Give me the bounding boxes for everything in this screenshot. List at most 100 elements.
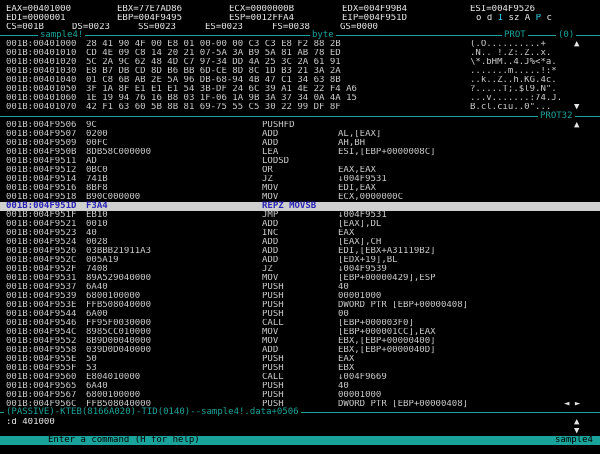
code-address: 001B:004F9560: [6, 373, 77, 382]
code-row[interactable]: 001B:004F9506 9C PUSHFD ▲: [0, 121, 600, 130]
eax-register: EAX=00401000: [6, 5, 72, 14]
code-address: 001B:004F9567: [6, 391, 77, 400]
code-mnemonic: PUSH: [262, 301, 284, 310]
code-mnemonic: PUSH: [262, 391, 284, 400]
code-row[interactable]: 001B:004F9537 6A40 PUSH 40: [0, 283, 600, 292]
code-address: 001B:004F9524: [6, 238, 77, 247]
code-mnemonic: ADD: [262, 220, 279, 229]
code-row[interactable]: 001B:004F9567 6800100000 PUSH 00001000: [0, 391, 600, 400]
code-row[interactable]: 001B:004F9514 741B JZ ↓004F9531: [0, 175, 600, 184]
code-row[interactable]: 001B:004F954C 8985CC010000 MOV [EBP+000001C…: [0, 328, 600, 337]
data-row: 001B:00401040 01 C8 6B AB 2E 5A 96 DB-68…: [6, 76, 557, 85]
code-row[interactable]: 001B:004F9531 89A529040000 MOV [EBP+0000042…: [0, 274, 600, 283]
code-address: 001B:004F9539: [6, 292, 77, 301]
code-window-mode: PROT32: [538, 111, 575, 121]
code-address: 001B:004F955F: [6, 364, 77, 373]
code-operands: AH,BH: [338, 139, 366, 148]
code-row[interactable]: 001B:004F9511 AD LODSD: [0, 157, 600, 166]
code-address: 001B:004F950B: [6, 148, 77, 157]
code-bytes: 6A00: [86, 310, 108, 319]
code-bytes: E804010000: [86, 373, 141, 382]
code-row[interactable]: 001B:004F9558 039D0D040000 ADD EBX,[EBP+000…: [0, 346, 600, 355]
code-row[interactable]: 001B:004F9560 E804010000 CALL ↓004F9669: [0, 373, 600, 382]
status-bar-module: sample4: [555, 435, 593, 445]
code-row[interactable]: 001B:004F9526 03BBB21911A3 ADD EDI,[EBX+A31…: [0, 247, 600, 256]
data-window-format: byte: [310, 30, 336, 40]
eip-register: EIP=004F951D: [342, 14, 408, 23]
code-bytes: 89A529040000: [86, 274, 152, 283]
code-address: 001B:004F9558: [6, 346, 77, 355]
code-row[interactable]: 001B:004F9544 6A00 PUSH 00: [0, 310, 600, 319]
code-bytes: 0028: [86, 238, 108, 247]
code-bytes: 03BBB21911A3: [86, 247, 152, 256]
code-address: 001B:004F9546: [6, 319, 77, 328]
code-row[interactable]: 001B:004F951F EB10 JMP ↓004F9531: [0, 211, 600, 220]
code-mnemonic: PUSH: [262, 382, 284, 391]
data-window-mode: PROT: [502, 30, 528, 40]
code-row[interactable]: 001B:004F9524 0028 ADD [EAX],CH: [0, 238, 600, 247]
code-row[interactable]: 001B:004F9512 0BC0 OR EAX,EAX: [0, 166, 600, 175]
code-bytes: 53: [86, 364, 97, 373]
status-bar-hint: Enter a command (H for help): [48, 435, 200, 445]
data-window-header: sample4! byte PROT (0): [0, 31, 600, 40]
cpu-flags: o d I sz A P c: [476, 14, 552, 23]
code-address: 001B:004F9523: [6, 229, 77, 238]
status-separator: (PASSIVE)-KTEB(8166A020)-TID(0140)--samp…: [0, 408, 600, 417]
code-row[interactable]: 001B:004F952F 7408 JZ ↓004F9539: [0, 265, 600, 274]
code-operands: EDI,EAX: [338, 184, 376, 193]
data-row: 001B:00401070 42 F1 63 60 5B 8B 81 69-75…: [6, 103, 580, 112]
command-input-text: :d 401000: [6, 418, 55, 427]
scroll-down-icon[interactable]: ▼: [574, 103, 579, 112]
code-row[interactable]: 001B:004F9546 FF95F0030000 CALL [EBP+000003…: [0, 319, 600, 328]
code-operands: 40: [338, 382, 349, 391]
code-bytes: 9C: [86, 121, 97, 130]
code-bytes: 0010: [86, 220, 108, 229]
code-mnemonic: LODSD: [262, 157, 290, 166]
code-bytes: 6800100000: [86, 292, 141, 301]
code-operands: ↓004F9669: [338, 373, 387, 382]
code-bytes: 0BC0: [86, 166, 108, 175]
code-row[interactable]: 001B:004F9507 0200 ADD AL,[EAX]: [0, 130, 600, 139]
status-bar: Enter a command (H for help) sample4: [0, 436, 600, 445]
code-row[interactable]: 001B:004F9565 6A40 PUSH 40: [0, 382, 600, 391]
code-operands: EBX: [338, 364, 355, 373]
code-address: 001B:004F9516: [6, 184, 77, 193]
code-row[interactable]: 001B:004F953E FFB508040000 PUSH DWORD PTR […: [0, 301, 600, 310]
code-bytes: 00FC: [86, 139, 108, 148]
code-row[interactable]: 001B:004F9523 40 INC EAX: [0, 229, 600, 238]
code-operands: ESI,[EBP+0000008C]: [338, 148, 436, 157]
code-operands: ↓004F9531: [338, 175, 387, 184]
code-bytes: 8DB58C000000: [86, 148, 152, 157]
code-row[interactable]: 001B:004F952C 005A19 ADD [EDX+19],BL: [0, 256, 600, 265]
code-operands: DWORD PTR [EBP+00000408]: [338, 301, 469, 310]
register-row-1: EAX=00401000 EBX=77E7AD86 ECX=0000000B E…: [0, 5, 600, 14]
code-operands: 00001000: [338, 391, 382, 400]
code-mnemonic: ADD: [262, 247, 279, 256]
code-mnemonic: PUSH: [262, 355, 284, 364]
code-mnemonic: ADD: [262, 256, 279, 265]
command-input[interactable]: :d 401000 ▲: [0, 418, 600, 427]
code-row-current[interactable]: 001B:004F951D F3A4 REPZ MOVSB: [0, 202, 600, 211]
code-row[interactable]: 001B:004F955E 50 PUSH EAX: [0, 355, 600, 364]
code-row[interactable]: 001B:004F9516 8BF8 MOV EDI,EAX: [0, 184, 600, 193]
code-scroll-up-icon[interactable]: ▲: [574, 121, 579, 130]
code-row[interactable]: 001B:004F9539 6800100000 PUSH 00001000: [0, 292, 600, 301]
code-bytes: 0200: [86, 130, 108, 139]
code-operands: [EBP+000003F0]: [338, 319, 414, 328]
scroll-up-icon[interactable]: ▲: [574, 40, 579, 49]
code-mnemonic: JZ: [262, 175, 273, 184]
code-row[interactable]: 001B:004F950B 8DB58C000000 LEA ESI,[EBP+000…: [0, 148, 600, 157]
code-mnemonic: MOV: [262, 337, 279, 346]
code-mnemonic: INC: [262, 229, 279, 238]
code-bytes: 741B: [86, 175, 108, 184]
command-scroll-up-icon[interactable]: ▲: [574, 418, 579, 427]
ecx-register: ECX=0000000B: [229, 5, 295, 14]
code-address: 001B:004F9511: [6, 157, 77, 166]
code-row[interactable]: 001B:004F9552 8B9D00040000 MOV EBX,[EBP+000…: [0, 337, 600, 346]
code-bytes: 6800100000: [86, 391, 141, 400]
code-row[interactable]: 001B:004F9509 00FC ADD AH,BH: [0, 139, 600, 148]
code-row[interactable]: 001B:004F9521 0010 ADD [EAX],DL: [0, 220, 600, 229]
code-operands: ECX,0000000C: [338, 193, 404, 202]
code-row[interactable]: 001B:004F955F 53 PUSH EBX: [0, 364, 600, 373]
data-window-index: (0): [556, 30, 577, 40]
